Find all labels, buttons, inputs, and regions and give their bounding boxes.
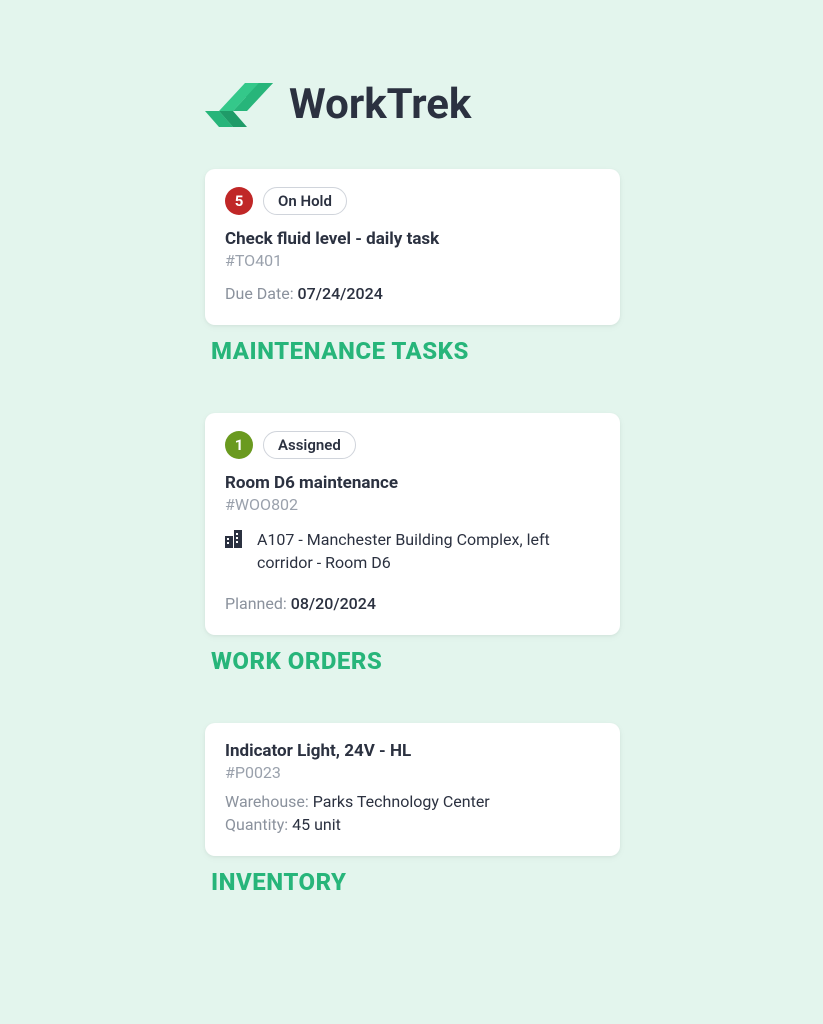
building-icon (225, 530, 245, 552)
planned-row: Planned: 08/20/2024 (225, 594, 600, 613)
due-date-label: Due Date: (225, 284, 294, 303)
warehouse-label: Warehouse: (225, 792, 309, 811)
quantity-label: Quantity: (225, 815, 288, 834)
task-title: Check fluid level - daily task (225, 229, 600, 249)
section-heading-work-orders: WORK ORDERS (211, 647, 620, 675)
brand-logo: WorkTrek (205, 80, 620, 129)
task-code: #TO401 (225, 251, 600, 270)
brand-name: WorkTrek (289, 80, 471, 129)
status-pill: Assigned (263, 431, 356, 459)
priority-badge: 5 (225, 187, 253, 215)
location-text: A107 - Manchester Building Complex, left… (257, 528, 600, 574)
due-date-value: 07/24/2024 (298, 284, 383, 303)
priority-badge: 1 (225, 431, 253, 459)
section-heading-inventory: INVENTORY (211, 868, 620, 896)
inventory-card[interactable]: Indicator Light, 24V - HL #P0023 Warehou… (205, 723, 620, 856)
status-row: 1 Assigned (225, 431, 600, 459)
main-column: WorkTrek 5 On Hold Check fluid level - d… (205, 80, 620, 896)
section-heading-maintenance: MAINTENANCE TASKS (211, 337, 620, 365)
maintenance-task-card[interactable]: 5 On Hold Check fluid level - daily task… (205, 169, 620, 325)
inventory-title: Indicator Light, 24V - HL (225, 741, 600, 761)
quantity-row: Quantity: 45 unit (225, 815, 600, 834)
work-order-card[interactable]: 1 Assigned Room D6 maintenance #WOO802 A… (205, 413, 620, 635)
location-row: A107 - Manchester Building Complex, left… (225, 528, 600, 574)
warehouse-value: Parks Technology Center (313, 792, 490, 811)
status-pill: On Hold (263, 187, 347, 215)
work-order-code: #WOO802 (225, 495, 600, 514)
due-date-row: Due Date: 07/24/2024 (225, 284, 600, 303)
quantity-value: 45 unit (292, 815, 341, 834)
inventory-code: #P0023 (225, 763, 600, 782)
worktrek-mark-icon (205, 83, 277, 127)
planned-value: 08/20/2024 (291, 594, 376, 613)
planned-label: Planned: (225, 594, 287, 613)
status-row: 5 On Hold (225, 187, 600, 215)
warehouse-row: Warehouse: Parks Technology Center (225, 792, 600, 811)
work-order-title: Room D6 maintenance (225, 473, 600, 493)
